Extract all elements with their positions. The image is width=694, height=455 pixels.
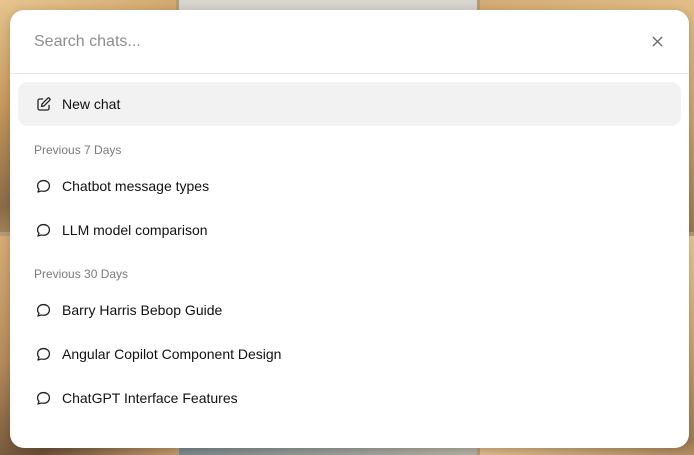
new-chat-label: New chat [62, 96, 121, 112]
section-header-previous-30-days: Previous 30 Days [34, 267, 129, 281]
section-header-previous-7-days: Previous 7 Days [34, 143, 122, 157]
edit-icon [35, 96, 52, 113]
chat-item[interactable]: ChatGPT Interface Features [18, 376, 681, 420]
chat-bubble-icon [35, 222, 52, 239]
chat-item[interactable]: Angular Copilot Component Design [18, 332, 681, 376]
new-chat-button[interactable]: New chat [18, 82, 681, 126]
search-input[interactable] [34, 26, 614, 57]
chat-item[interactable]: LLM model comparison [18, 208, 681, 252]
chat-bubble-icon [35, 302, 52, 319]
chat-bubble-icon [35, 346, 52, 363]
chat-item[interactable]: Barry Harris Bebop Guide [18, 288, 681, 332]
chat-item-label: Angular Copilot Component Design [62, 346, 282, 362]
close-button[interactable] [647, 31, 667, 51]
chat-item-label: Chatbot message types [62, 178, 210, 194]
chat-item-label: ChatGPT Interface Features [62, 390, 238, 406]
chat-item-label: LLM model comparison [62, 222, 208, 238]
search-bar [10, 10, 689, 74]
chat-item[interactable]: Chatbot message types [18, 164, 681, 208]
chat-item-label: Barry Harris Bebop Guide [62, 302, 223, 318]
chat-list: New chat Previous 7 Days Chatbot message… [10, 74, 689, 420]
chat-bubble-icon [35, 178, 52, 195]
close-icon [649, 33, 666, 50]
search-chats-modal: New chat Previous 7 Days Chatbot message… [10, 10, 689, 448]
chat-bubble-icon [35, 390, 52, 407]
